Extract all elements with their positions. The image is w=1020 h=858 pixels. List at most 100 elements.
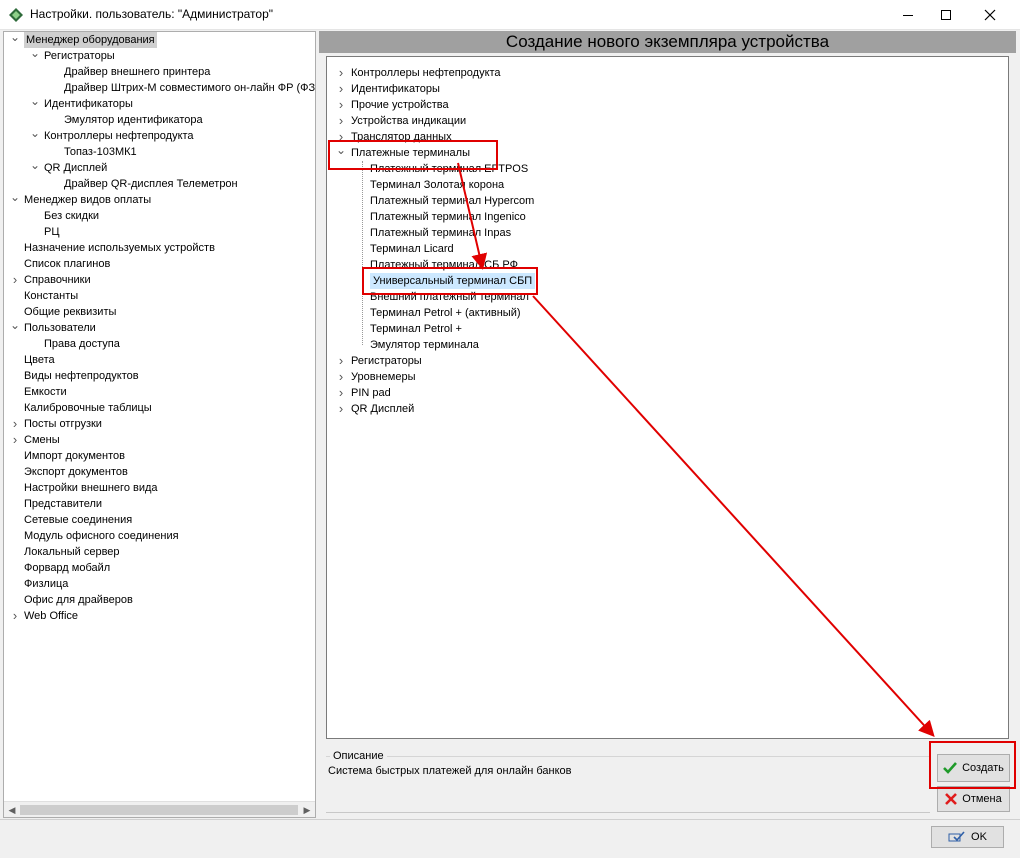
device-type-label: Эмулятор терминала bbox=[370, 339, 479, 351]
tree-item[interactable]: Драйвер QR-дисплея Телеметрон bbox=[4, 176, 315, 192]
tree-item[interactable]: › Справочники bbox=[4, 272, 315, 288]
chevron-down-icon[interactable]: ⌄ bbox=[30, 47, 40, 64]
tree-item[interactable]: ⌄ Пользователи bbox=[4, 319, 315, 336]
create-button[interactable]: Создать bbox=[937, 754, 1010, 782]
device-type-item[interactable]: Платежный терминал Ingenico bbox=[327, 209, 1008, 225]
device-type-item[interactable]: Терминал Petrol + (активный) bbox=[327, 305, 1008, 321]
horizontal-scrollbar[interactable]: ◀ ▶ bbox=[4, 801, 315, 817]
tree-item-label: Представители bbox=[24, 498, 103, 510]
device-type-label: Платежный терминал Inpas bbox=[370, 227, 512, 239]
chevron-down-icon[interactable]: ⌄ bbox=[30, 95, 40, 112]
chevron-right-icon[interactable]: › bbox=[336, 401, 346, 417]
device-type-item[interactable]: › Контроллеры нефтепродукта bbox=[327, 65, 1008, 81]
device-type-label: Терминал Золотая корона bbox=[370, 179, 505, 191]
chevron-right-icon[interactable]: › bbox=[10, 416, 20, 432]
scroll-left-icon[interactable]: ◀ bbox=[4, 802, 20, 817]
device-type-item[interactable]: › Идентификаторы bbox=[327, 81, 1008, 97]
device-type-item[interactable]: Внешний платежный терминал bbox=[327, 289, 1008, 305]
tree-item[interactable]: Калибровочные таблицы bbox=[4, 400, 315, 416]
tree-item[interactable]: Экспорт документов bbox=[4, 464, 315, 480]
tree-item-label: Менеджер видов оплаты bbox=[24, 194, 152, 206]
tree-item[interactable]: Драйвер Штрих-М совместимого он-лайн ФР … bbox=[4, 80, 315, 96]
tree-item[interactable]: Настройки внешнего вида bbox=[4, 480, 315, 496]
tree-item-label: Регистраторы bbox=[44, 50, 115, 62]
tree-item[interactable]: Права доступа bbox=[4, 336, 315, 352]
chevron-down-icon[interactable]: ⌄ bbox=[10, 32, 20, 48]
device-type-item[interactable]: Терминал Золотая корона bbox=[327, 177, 1008, 193]
tree-item[interactable]: Назначение используемых устройств bbox=[4, 240, 315, 256]
chevron-right-icon[interactable]: › bbox=[10, 272, 20, 288]
tree-item[interactable]: ⌄ Регистраторы bbox=[4, 47, 315, 64]
chevron-right-icon[interactable]: › bbox=[10, 608, 20, 624]
tree-item[interactable]: Эмулятор идентификатора bbox=[4, 112, 315, 128]
device-type-item[interactable]: Терминал Petrol + bbox=[327, 321, 1008, 337]
device-type-item[interactable]: › Прочие устройства bbox=[327, 97, 1008, 113]
tree-item[interactable]: Топаз-103МК1 bbox=[4, 144, 315, 160]
device-type-item[interactable]: Терминал Licard bbox=[327, 241, 1008, 257]
device-type-item[interactable]: Эмулятор терминала bbox=[327, 337, 1008, 353]
maximize-button[interactable] bbox=[928, 0, 964, 30]
cancel-button[interactable]: Отмена bbox=[937, 786, 1010, 812]
scroll-right-icon[interactable]: ▶ bbox=[299, 802, 315, 817]
device-type-item[interactable]: Платежный терминал Inpas bbox=[327, 225, 1008, 241]
device-type-item[interactable]: › Устройства индикации bbox=[327, 113, 1008, 129]
tree-item[interactable]: Без скидки bbox=[4, 208, 315, 224]
device-type-item[interactable]: › Уровнемеры bbox=[327, 369, 1008, 385]
tree-item[interactable]: Емкости bbox=[4, 384, 315, 400]
device-type-label: QR Дисплей bbox=[351, 403, 415, 415]
chevron-right-icon[interactable]: › bbox=[336, 353, 346, 369]
device-type-item[interactable]: Платежный терминал СБ РФ bbox=[327, 257, 1008, 273]
tree-item[interactable]: Сетевые соединения bbox=[4, 512, 315, 528]
scrollbar-thumb[interactable] bbox=[20, 805, 298, 815]
device-type-item[interactable]: › PIN pad bbox=[327, 385, 1008, 401]
close-button[interactable] bbox=[972, 0, 1008, 30]
tree-item[interactable]: Общие реквизиты bbox=[4, 304, 315, 320]
minimize-button[interactable] bbox=[890, 0, 926, 30]
chevron-down-icon[interactable]: ⌄ bbox=[336, 144, 346, 161]
chevron-down-icon[interactable]: ⌄ bbox=[30, 127, 40, 144]
tree-item[interactable]: Список плагинов bbox=[4, 256, 315, 272]
device-type-item[interactable]: Универсальный терминал СБП bbox=[327, 273, 1008, 289]
tree-item[interactable]: Драйвер внешнего принтера bbox=[4, 64, 315, 80]
tree-item[interactable]: ⌄ Идентификаторы bbox=[4, 95, 315, 112]
chevron-right-icon[interactable]: › bbox=[336, 113, 346, 129]
tree-item[interactable]: ⌄ Менеджер видов оплаты bbox=[4, 191, 315, 208]
device-type-item[interactable]: Платежный терминал EFTPOS bbox=[327, 161, 1008, 177]
tree-item[interactable]: Модуль офисного соединения bbox=[4, 528, 315, 544]
tree-item[interactable]: ⌄ QR Дисплей bbox=[4, 159, 315, 176]
tree-item[interactable]: › Смены bbox=[4, 432, 315, 448]
tree-item[interactable]: Физлица bbox=[4, 576, 315, 592]
chevron-right-icon[interactable]: › bbox=[336, 65, 346, 81]
chevron-right-icon[interactable]: › bbox=[336, 97, 346, 113]
chevron-right-icon[interactable]: › bbox=[10, 432, 20, 448]
device-type-item[interactable]: ⌄ Платежные терминалы bbox=[327, 144, 1008, 161]
device-type-item[interactable]: Платежный терминал Hypercom bbox=[327, 193, 1008, 209]
window-title: Настройки. пользователь: "Администратор" bbox=[30, 7, 274, 21]
device-type-item[interactable]: › Регистраторы bbox=[327, 353, 1008, 369]
tree-item[interactable]: Офис для драйверов bbox=[4, 592, 315, 608]
tree-item[interactable]: Импорт документов bbox=[4, 448, 315, 464]
tree-item[interactable]: РЦ bbox=[4, 224, 315, 240]
ok-button[interactable]: OK bbox=[931, 826, 1004, 848]
chevron-right-icon[interactable]: › bbox=[336, 385, 346, 401]
tree-item[interactable]: Представители bbox=[4, 496, 315, 512]
tree-item[interactable]: › Web Office bbox=[4, 608, 315, 624]
device-type-label: Регистраторы bbox=[351, 355, 422, 367]
tree-item[interactable]: Виды нефтепродуктов bbox=[4, 368, 315, 384]
chevron-right-icon[interactable]: › bbox=[336, 81, 346, 97]
device-type-item[interactable]: › QR Дисплей bbox=[327, 401, 1008, 417]
chevron-down-icon[interactable]: ⌄ bbox=[10, 319, 20, 336]
ok-check-icon bbox=[948, 831, 965, 842]
device-type-item[interactable]: › Транслятор данных bbox=[327, 129, 1008, 145]
tree-item[interactable]: Форвард мобайл bbox=[4, 560, 315, 576]
chevron-down-icon[interactable]: ⌄ bbox=[30, 159, 40, 176]
tree-item[interactable]: ⌄ Менеджер оборудования bbox=[4, 32, 315, 48]
tree-item[interactable]: Цвета bbox=[4, 352, 315, 368]
chevron-right-icon[interactable]: › bbox=[336, 369, 346, 385]
chevron-down-icon[interactable]: ⌄ bbox=[10, 191, 20, 208]
tree-item[interactable]: Локальный сервер bbox=[4, 544, 315, 560]
tree-item[interactable]: › Посты отгрузки bbox=[4, 416, 315, 432]
tree-item[interactable]: ⌄ Контроллеры нефтепродукта bbox=[4, 127, 315, 144]
tree-item[interactable]: Константы bbox=[4, 288, 315, 304]
settings-tree-panel: ⌄ Менеджер оборудования ⌄ Регистраторы Драйв… bbox=[3, 31, 316, 818]
